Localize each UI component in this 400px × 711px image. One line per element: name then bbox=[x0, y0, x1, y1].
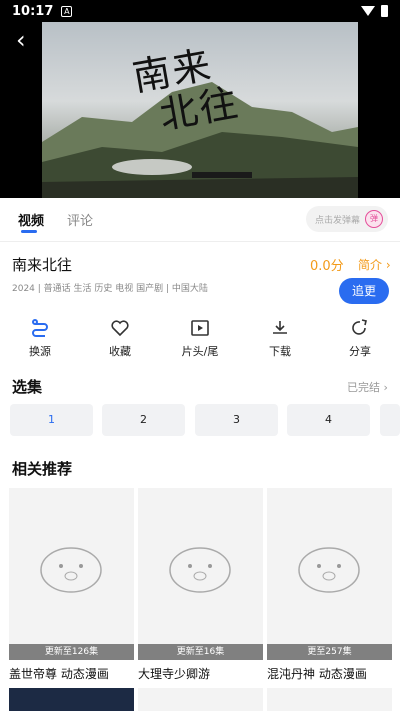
switch-source-button[interactable]: 换源 bbox=[10, 318, 70, 359]
download-icon bbox=[273, 321, 287, 334]
notification-icon: A bbox=[61, 5, 73, 17]
recommend-card[interactable]: 更新至16集 大理寺少卿游 bbox=[138, 488, 263, 684]
show-title: 南来北往 bbox=[12, 256, 73, 274]
action-label: 换源 bbox=[29, 345, 51, 358]
tab-bar: 视频 评论 点击发弹幕 弹 bbox=[0, 198, 400, 242]
chevron-right-icon: › bbox=[380, 381, 388, 394]
status-bar: 10:17 A bbox=[0, 0, 400, 22]
recommend-card[interactable]: 更新至126集 盖世帝尊 动态漫画 bbox=[9, 488, 134, 684]
wifi-icon bbox=[361, 6, 375, 16]
switch-source-icon bbox=[32, 319, 48, 337]
recommend-card-partial[interactable] bbox=[9, 688, 134, 711]
back-icon[interactable]: ‹ bbox=[16, 28, 34, 52]
recommend-card-partial[interactable] bbox=[267, 688, 392, 711]
episode-item[interactable]: 1 bbox=[10, 404, 93, 436]
follow-button[interactable]: 追更 bbox=[339, 278, 389, 304]
episode-badge: 更至257集 bbox=[267, 644, 392, 660]
episode-badge: 更新至16集 bbox=[138, 644, 263, 660]
action-label: 分享 bbox=[349, 345, 371, 358]
danmu-input[interactable]: 点击发弹幕 弹 bbox=[306, 206, 388, 232]
tab-video[interactable]: 视频 bbox=[18, 210, 44, 229]
status-time: 10:17 bbox=[12, 3, 54, 19]
battery-icon bbox=[381, 5, 388, 17]
share-button[interactable]: 分享 bbox=[330, 318, 390, 359]
action-bar: 换源 收藏 片头/尾 下载 分享 bbox=[0, 318, 400, 362]
score: 0.0分 bbox=[310, 259, 344, 274]
share-icon bbox=[352, 319, 367, 335]
intro-link[interactable]: 简介 › bbox=[358, 256, 391, 273]
video-player[interactable]: 10:17 A ‹ 南来 北往 bbox=[0, 0, 400, 198]
recommend-card-partial[interactable] bbox=[138, 688, 263, 711]
recommend-title: 相关推荐 bbox=[12, 460, 73, 478]
show-meta: 2024 | 普通话 生活 历史 电视 国产剧 | 中国大陆 bbox=[12, 284, 208, 294]
favorite-button[interactable]: 收藏 bbox=[90, 318, 150, 359]
danmu-placeholder: 点击发弹幕 bbox=[315, 216, 361, 226]
episodes-status-label: 已完结 bbox=[347, 381, 380, 394]
action-label: 收藏 bbox=[109, 345, 131, 358]
recommend-name: 大理寺少卿游 bbox=[138, 667, 211, 681]
placeholder-mascot-icon bbox=[40, 547, 102, 593]
action-label: 片头/尾 bbox=[181, 345, 219, 358]
placeholder-mascot-icon bbox=[169, 547, 231, 593]
placeholder-thumbnail: 更新至126集 bbox=[9, 488, 134, 660]
episode-item[interactable]: 3 bbox=[195, 404, 278, 436]
play-square-icon bbox=[191, 320, 209, 336]
recommend-name: 盖世帝尊 动态漫画 bbox=[9, 667, 109, 681]
recommend-card[interactable]: 更至257集 混沌丹神 动态漫画 bbox=[267, 488, 392, 684]
placeholder-mascot-icon bbox=[298, 547, 360, 593]
episodes-title: 选集 bbox=[12, 378, 43, 396]
episode-item[interactable]: 2 bbox=[102, 404, 185, 436]
episode-item-partial[interactable] bbox=[380, 404, 400, 436]
tab-active-indicator bbox=[21, 230, 37, 233]
episodes-status[interactable]: 已完结 › bbox=[347, 379, 388, 395]
danmaku-icon[interactable]: 弹 bbox=[365, 210, 383, 228]
title-artwork: 南来 北往 bbox=[129, 40, 242, 140]
download-button[interactable]: 下载 bbox=[250, 318, 310, 359]
placeholder-thumbnail: 更新至16集 bbox=[138, 488, 263, 660]
episode-item[interactable]: 4 bbox=[287, 404, 370, 436]
heart-icon bbox=[111, 320, 129, 337]
chevron-right-icon: › bbox=[382, 258, 391, 272]
intro-label: 简介 bbox=[358, 258, 383, 272]
placeholder-thumbnail: 更至257集 bbox=[267, 488, 392, 660]
episode-badge: 更新至126集 bbox=[9, 644, 134, 660]
recommend-name: 混沌丹神 动态漫画 bbox=[267, 667, 367, 681]
intro-outro-button[interactable]: 片头/尾 bbox=[170, 318, 230, 359]
action-label: 下载 bbox=[269, 345, 291, 358]
tab-comments[interactable]: 评论 bbox=[67, 210, 93, 229]
